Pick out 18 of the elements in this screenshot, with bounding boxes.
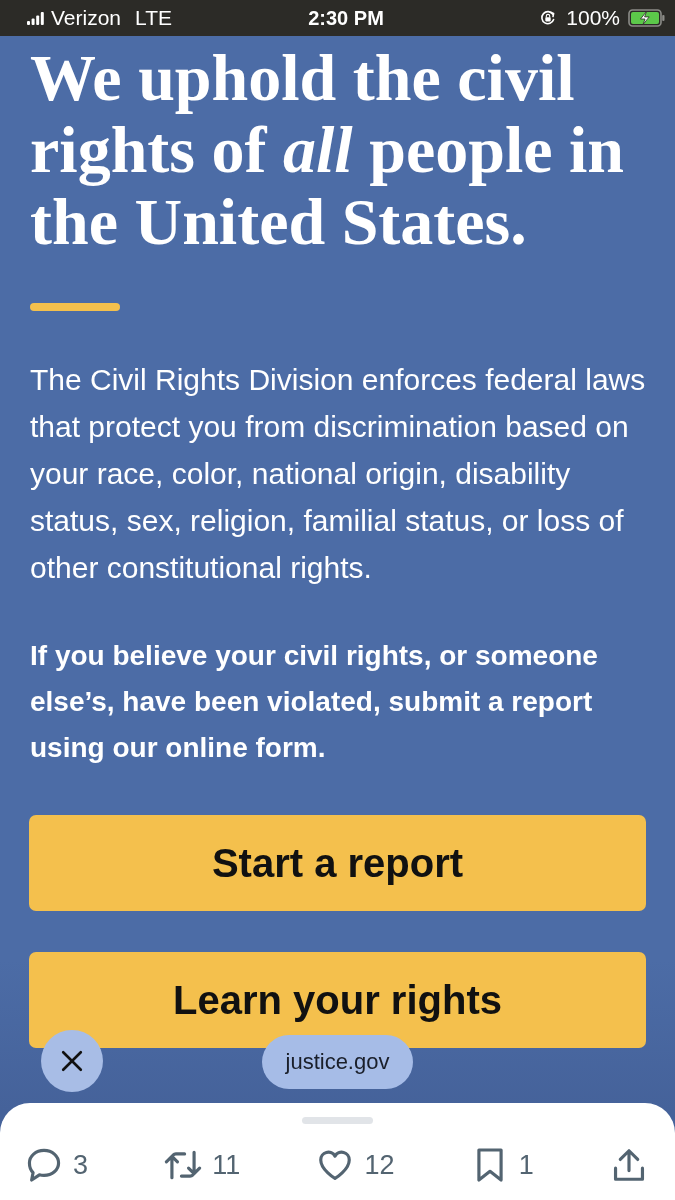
carrier-name: Verizon: [51, 6, 122, 30]
repost-button[interactable]: 11: [164, 1146, 241, 1184]
bookmark-button[interactable]: 1: [470, 1146, 534, 1184]
like-button[interactable]: 12: [316, 1146, 395, 1184]
battery-percentage: 100%: [566, 6, 620, 30]
clock-time: 2:30 PM: [308, 6, 384, 30]
reply-button[interactable]: 3: [25, 1146, 89, 1184]
reply-icon: [25, 1146, 63, 1184]
learn-rights-button[interactable]: Learn your rights: [29, 952, 646, 1048]
report-prompt: If you believe your civil rights, or someone else’s, have been violated, submit a report using our online form.: [30, 639, 599, 765]
start-report-button[interactable]: Start a report: [29, 815, 646, 911]
close-icon: [61, 1050, 83, 1072]
signal-icon: [27, 11, 44, 25]
network-type: LTE: [135, 6, 172, 30]
headline: We uphold the civil rights of all people in the United States.: [30, 42, 626, 258]
sheet-handle[interactable]: [302, 1117, 373, 1124]
intro-paragraph: The Civil Rights Division enforces federal laws that protect you from discrimination based on your race, color, national origin, disability status, sex, religion, familial status, or loss of other constitutional rights.: [30, 362, 647, 586]
domain-pill[interactable]: justice.gov: [262, 1035, 413, 1089]
